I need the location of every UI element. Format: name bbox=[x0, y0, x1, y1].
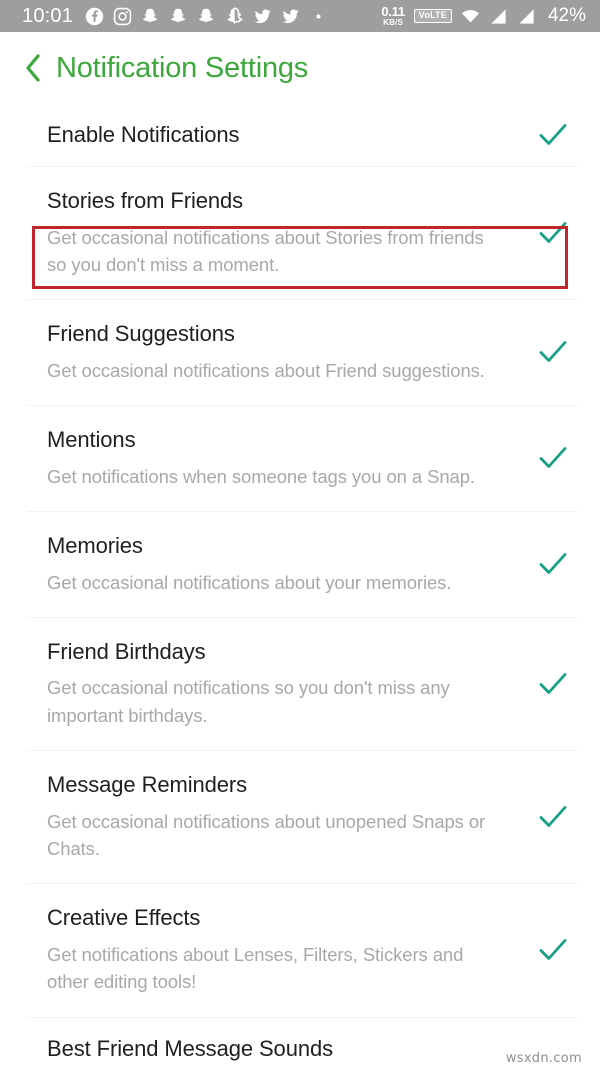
status-bar-system-icons: 0.11 KB/S VoLTE 42% bbox=[381, 5, 586, 27]
setting-title: Friend Birthdays bbox=[47, 638, 206, 664]
setting-row-best-friend-message-sounds[interactable]: Best Friend Message Sounds bbox=[0, 1018, 600, 1080]
instagram-icon bbox=[113, 7, 132, 26]
snapchat-icon bbox=[141, 7, 160, 26]
setting-description: Get occasional notifications so you don'… bbox=[47, 677, 450, 726]
status-bar-notification-icons bbox=[85, 7, 381, 26]
check-icon bbox=[539, 124, 567, 145]
setting-row-creative-effects[interactable]: Creative Effects Get notifications about… bbox=[0, 884, 600, 1016]
check-icon bbox=[539, 341, 567, 363]
setting-texts: Memories Get occasional notifications ab… bbox=[47, 532, 532, 596]
setting-description: Get notifications about Lenses, Filters,… bbox=[47, 943, 464, 993]
setting-texts: Mentions Get notifications when someone … bbox=[47, 426, 532, 490]
page-header: Notification Settings bbox=[0, 32, 600, 104]
setting-texts: Message Reminders Get occasional notific… bbox=[47, 771, 532, 862]
setting-texts: Best Friend Message Sounds bbox=[47, 1035, 532, 1063]
setting-texts: Creative Effects Get notifications about… bbox=[47, 904, 532, 995]
network-speed-indicator: 0.11 KB/S bbox=[381, 4, 405, 27]
check-icon bbox=[539, 805, 567, 827]
battery-percentage: 42% bbox=[547, 5, 586, 26]
setting-row-message-reminders[interactable]: Message Reminders Get occasional notific… bbox=[0, 751, 600, 883]
watermark: wsxdn.com bbox=[505, 1050, 582, 1066]
setting-texts: Enable Notifications bbox=[47, 121, 532, 149]
setting-title: Message Reminders bbox=[47, 772, 248, 798]
setting-texts: Stories from Friends Get occasional noti… bbox=[47, 187, 532, 278]
toggle-check-message-reminders[interactable] bbox=[532, 800, 574, 834]
setting-description: Get occasional notifications about your … bbox=[47, 571, 452, 593]
twitter-icon bbox=[281, 7, 300, 26]
check-icon bbox=[539, 221, 567, 243]
setting-row-friend-suggestions[interactable]: Friend Suggestions Get occasional notifi… bbox=[0, 300, 600, 405]
setting-description: Get occasional notifications about Frien… bbox=[47, 359, 485, 381]
setting-title: Friend Suggestions bbox=[47, 321, 235, 347]
facebook-icon bbox=[85, 7, 104, 26]
network-speed-unit: KB/S bbox=[383, 18, 404, 27]
snapchat-icon bbox=[197, 7, 216, 26]
signal-bars-icon bbox=[489, 7, 508, 26]
setting-description: Get occasional notifications about Stori… bbox=[47, 226, 484, 275]
settings-content: Enable Notifications Stories from Friend… bbox=[0, 104, 600, 1080]
setting-row-enable-notifications[interactable]: Enable Notifications bbox=[0, 104, 600, 166]
network-speed-value: 0.11 bbox=[381, 4, 405, 19]
setting-texts: Friend Suggestions Get occasional notifi… bbox=[47, 320, 532, 384]
toggle-check-enable-notifications[interactable] bbox=[532, 118, 574, 152]
page-title: Notification Settings bbox=[56, 51, 309, 84]
check-icon bbox=[539, 939, 567, 960]
back-button[interactable] bbox=[20, 53, 46, 83]
chevron-left-icon bbox=[26, 54, 40, 82]
setting-texts: Friend Birthdays Get occasional notifica… bbox=[47, 638, 532, 729]
setting-row-friend-birthdays[interactable]: Friend Birthdays Get occasional notifica… bbox=[0, 618, 600, 750]
setting-row-memories[interactable]: Memories Get occasional notifications ab… bbox=[0, 512, 600, 617]
status-bar-clock: 10:01 bbox=[22, 4, 74, 27]
setting-title: Enable Notifications bbox=[47, 122, 240, 148]
setting-description: Get notifications when someone tags you … bbox=[47, 465, 475, 487]
check-icon bbox=[539, 447, 567, 468]
status-bar: 10:01 0.11 KB/S VoLTE 42% bbox=[0, 0, 600, 32]
setting-title: Stories from Friends bbox=[47, 188, 244, 213]
twitter-icon bbox=[253, 7, 272, 26]
snapchat-ghost-icon bbox=[225, 7, 244, 26]
setting-title: Memories bbox=[47, 533, 143, 558]
toggle-check-mentions[interactable] bbox=[532, 441, 574, 475]
toggle-check-stories-from-friends[interactable] bbox=[532, 216, 574, 250]
check-icon bbox=[539, 672, 567, 694]
volte-icon: VoLTE bbox=[413, 9, 452, 23]
snapchat-icon bbox=[169, 7, 188, 26]
setting-row-stories-from-friends[interactable]: Stories from Friends Get occasional noti… bbox=[0, 167, 600, 299]
check-icon bbox=[539, 553, 567, 574]
toggle-check-friend-suggestions[interactable] bbox=[532, 335, 574, 369]
toggle-check-friend-birthdays[interactable] bbox=[532, 667, 574, 701]
setting-title: Best Friend Message Sounds bbox=[47, 1035, 333, 1061]
more-dot-icon bbox=[309, 7, 328, 26]
toggle-check-creative-effects[interactable] bbox=[532, 933, 574, 967]
setting-row-mentions[interactable]: Mentions Get notifications when someone … bbox=[0, 406, 600, 511]
setting-title: Creative Effects bbox=[47, 905, 201, 931]
setting-title: Mentions bbox=[47, 427, 136, 453]
setting-description: Get occasional notifications about unope… bbox=[47, 810, 486, 859]
wifi-icon bbox=[461, 7, 480, 26]
notification-settings-list: Enable Notifications Stories from Friend… bbox=[0, 104, 600, 1080]
signal-bars-icon bbox=[517, 7, 536, 26]
toggle-check-memories[interactable] bbox=[532, 547, 574, 581]
